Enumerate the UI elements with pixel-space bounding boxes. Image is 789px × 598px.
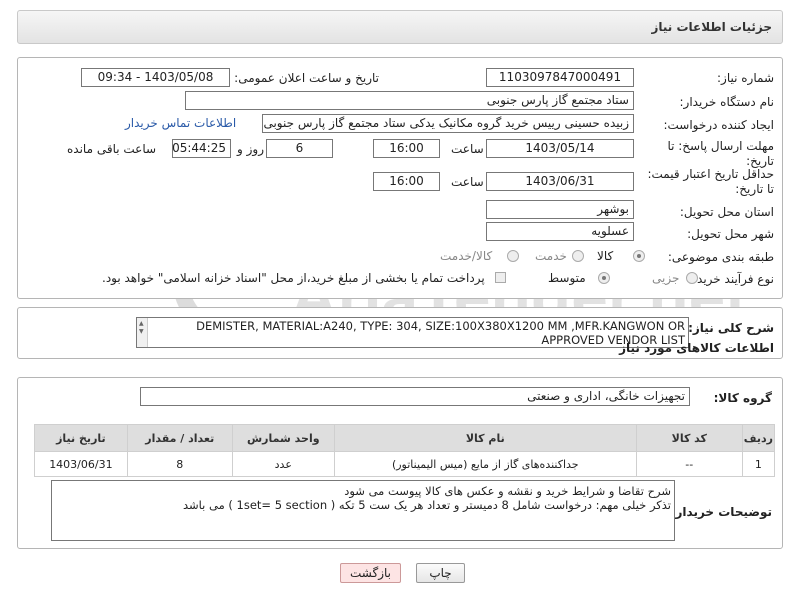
process-label: نوع فرآیند خرید : [689, 272, 774, 286]
province-label: استان محل تحویل: [679, 205, 774, 219]
col-row: ردیف [741, 424, 776, 452]
description-text: DEMISTER, MATERIAL:A240, TYPE: 304, SIZE… [196, 319, 685, 347]
treasury-checkbox[interactable] [495, 272, 506, 283]
goods-group-label: گروه کالا: [713, 391, 772, 405]
days-label: روز و [237, 142, 264, 156]
scroll-down-icon[interactable]: ▼ [139, 328, 144, 335]
col-date: تاریخ نیاز [34, 424, 128, 452]
buyer-org-label: نام دستگاه خریدار: [679, 95, 775, 109]
buyer-notes-line1: شرح تقاضا و شرایط خرید و نقشه و عکس های … [344, 484, 671, 498]
days-field: 6 [266, 139, 333, 158]
goods-section-title: اطلاعات کالاهای مورد نیاز [619, 341, 774, 355]
announce-field: 1403/05/08 - 09:34 [81, 68, 230, 87]
col-code: کد کالا [635, 424, 743, 452]
cell-qty: 8 [126, 451, 233, 477]
validity-time-label: ساعت [451, 175, 484, 189]
goods-group-field: تجهیزات خانگی، اداری و صنعتی [140, 387, 690, 406]
print-button[interactable]: چاپ [416, 563, 465, 583]
need-number-label: شماره نیاز: [717, 71, 774, 85]
province-field: بوشهر [486, 200, 634, 219]
back-button[interactable]: بازگشت [340, 563, 401, 583]
buyer-notes-line2: تذکر خیلی مهم: درخواست شامل 8 دمیستر و ت… [182, 498, 671, 512]
cell-row: 1 [741, 451, 776, 477]
city-label: شهر محل تحویل: [687, 227, 774, 241]
description-label: شرح کلی نیاز: [688, 321, 774, 335]
cell-code: -- [635, 451, 743, 477]
page-header: جزئیات اطلاعات نیاز [17, 10, 783, 44]
scrollbar[interactable]: ▲ ▼ [137, 318, 148, 347]
contact-info-link[interactable]: اطلاعات تماس خریدار [125, 116, 236, 130]
category-label: طبقه بندی موضوعی: [667, 250, 774, 264]
table-row: 1 -- جداکننده‌های گاز از مایع (میس الیمی… [34, 451, 776, 477]
buyer-org-field: ستاد مجتمع گاز پارس جنوبی [185, 91, 634, 110]
deadline-time-field: 16:00 [373, 139, 440, 158]
buyer-notes-label: توضیحات خریدار: [670, 505, 772, 519]
cell-date: 1403/06/31 [34, 451, 128, 477]
category-both-radio[interactable] [507, 250, 519, 262]
buyer-notes-box: شرح تقاضا و شرایط خرید و نقشه و عکس های … [51, 480, 675, 541]
deadline-time-label: ساعت [451, 142, 484, 156]
payment-note: پرداخت تمام یا بخشی از مبلغ خرید،از محل … [102, 271, 485, 285]
description-textarea[interactable]: ▲ ▼ DEMISTER, MATERIAL:A240, TYPE: 304, … [136, 317, 689, 348]
announce-label: تاریخ و ساعت اعلان عمومی: [234, 71, 379, 85]
col-qty: تعداد / مقدار [126, 424, 233, 452]
category-service-radio[interactable] [572, 250, 584, 262]
col-name: نام کالا [333, 424, 637, 452]
creator-label: ایجاد کننده درخواست: [663, 118, 774, 132]
process-small-radio[interactable] [686, 272, 698, 284]
category-service-label: خدمت [535, 249, 567, 263]
col-unit: واحد شمارش [231, 424, 335, 452]
category-both-label: کالا/خدمت [440, 249, 493, 263]
cell-name: جداکننده‌های گاز از مایع (میس الیمیناتور… [333, 451, 637, 477]
deadline-label: مهلت ارسال پاسخ: تا تاریخ: [667, 139, 774, 168]
page-title: جزئیات اطلاعات نیاز [651, 20, 772, 34]
creator-field: زبیده حسینی رییس خرید گروه مکانیک یدکی س… [262, 114, 634, 133]
category-goods-label: کالا [597, 249, 614, 263]
remaining-label: ساعت باقی مانده [67, 142, 157, 156]
need-number-field: 1103097847000491 [486, 68, 634, 87]
cell-unit: عدد [231, 451, 335, 477]
city-field: عسلویه [486, 222, 634, 241]
remaining-time-field: 05:44:25 [172, 139, 231, 158]
process-medium-radio[interactable] [598, 272, 610, 284]
process-small-label: جزیی [652, 271, 680, 285]
process-medium-label: متوسط [548, 271, 586, 285]
validity-date-field: 1403/06/31 [486, 172, 634, 191]
goods-table: ردیف کد کالا نام کالا واحد شمارش تعداد /… [34, 424, 776, 477]
deadline-date-field: 1403/05/14 [486, 139, 634, 158]
category-goods-radio[interactable] [633, 250, 645, 262]
table-header-row: ردیف کد کالا نام کالا واحد شمارش تعداد /… [34, 424, 776, 452]
validity-label: حداقل تاریخ اعتبار قیمت: تا تاریخ: [647, 167, 774, 196]
validity-time-field: 16:00 [373, 172, 440, 191]
scroll-up-icon[interactable]: ▲ [139, 320, 144, 327]
